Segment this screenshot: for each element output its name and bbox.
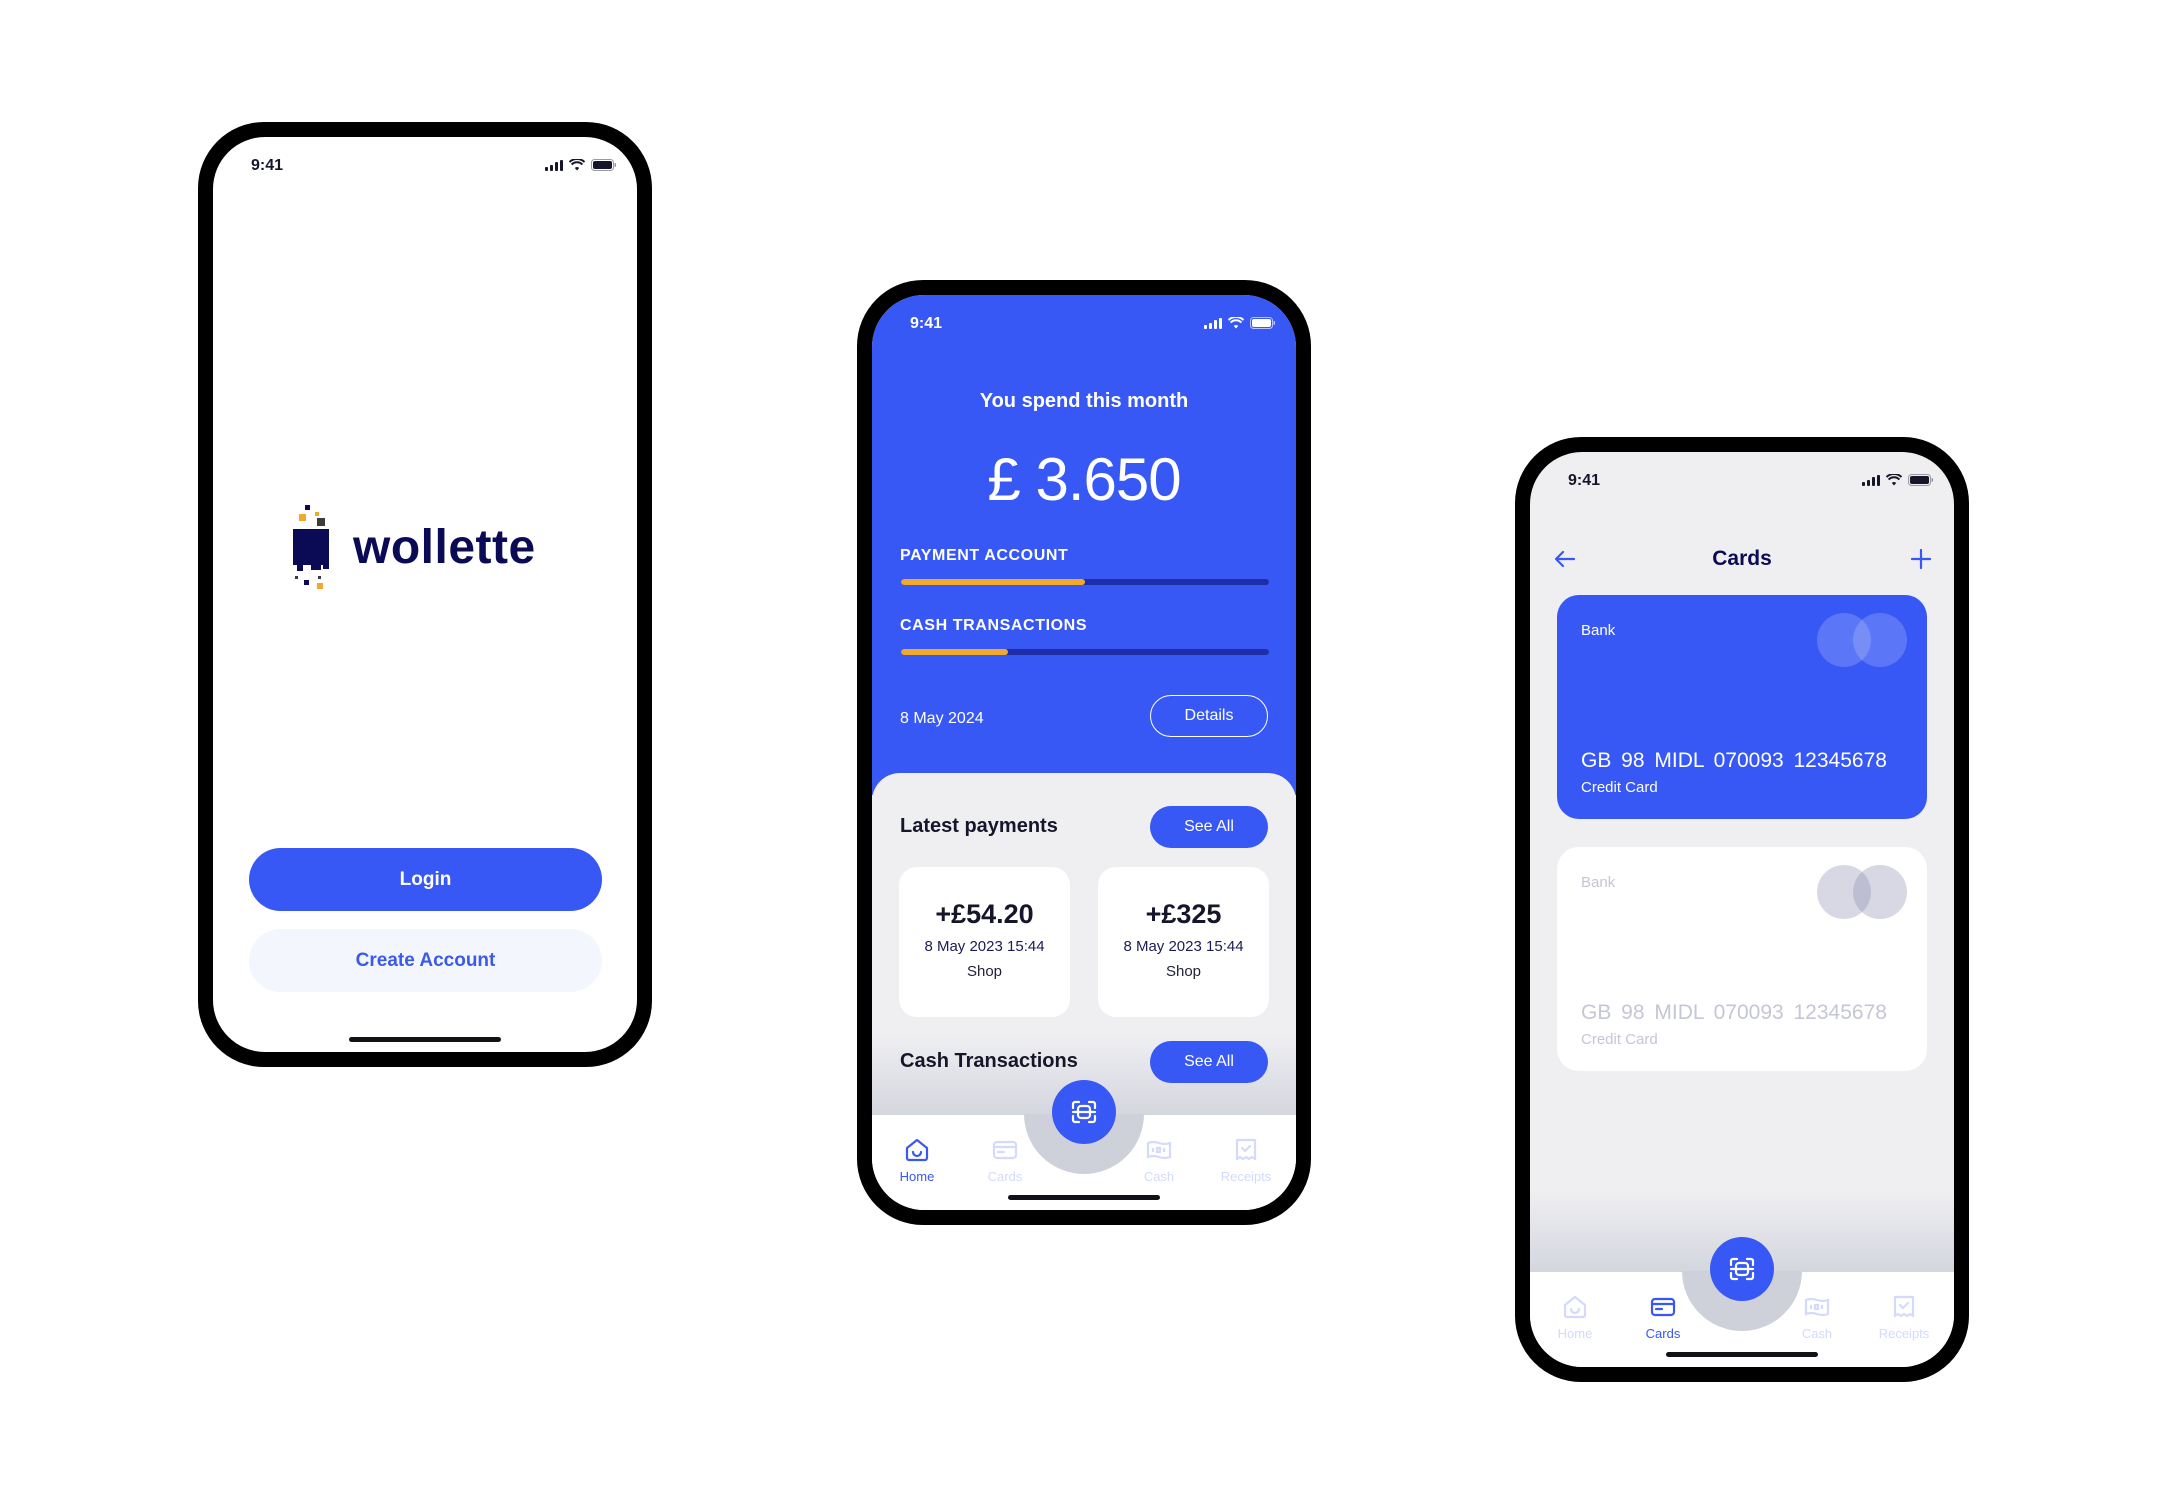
scan-button[interactable] <box>1710 1237 1774 1301</box>
current-date: 8 May 2024 <box>900 710 984 727</box>
payment-amount: +£325 <box>1145 899 1222 929</box>
page-title: Cards <box>1712 547 1772 570</box>
tab-label: Home <box>899 1169 935 1184</box>
status-bar: 9:41 <box>1530 452 1954 508</box>
card-bank-name: Bank <box>1581 622 1616 639</box>
battery-icon <box>591 159 616 171</box>
login-screen: 9:41 wollette Login Create Account <box>213 137 637 1052</box>
tab-label: Cash <box>1801 1326 1833 1341</box>
payment-amount: +£54.20 <box>935 899 1034 929</box>
see-all-cash-button[interactable]: See All <box>1150 1041 1268 1083</box>
payment-account-progress <box>901 579 1269 585</box>
card-type: Credit Card <box>1581 1031 1658 1048</box>
tab-label: Receipts <box>1878 1326 1930 1341</box>
wifi-icon <box>569 159 585 171</box>
signal-icon <box>1862 474 1880 486</box>
status-time: 9:41 <box>910 315 943 332</box>
tab-cash[interactable]: Cash <box>1119 1137 1199 1184</box>
bank-card[interactable]: Bank GB 98 MIDL 070093 12345678 Credit C… <box>1557 847 1927 1071</box>
logo-wordmark: wollette <box>353 520 536 574</box>
details-button[interactable]: Details <box>1150 695 1268 737</box>
see-all-payments-button[interactable]: See All <box>1150 806 1268 848</box>
tab-label: Home <box>1557 1326 1593 1341</box>
create-account-button[interactable]: Create Account <box>249 929 602 992</box>
payment-datetime: 8 May 2023 15:44 <box>924 938 1045 955</box>
payment-card[interactable]: +£325 8 May 2023 15:44 Shop <box>1098 867 1269 1017</box>
wifi-icon <box>1886 474 1902 486</box>
tab-cards[interactable]: Cards <box>1623 1294 1703 1341</box>
login-button[interactable]: Login <box>249 848 602 911</box>
payment-account-progress-fill <box>901 579 1085 585</box>
tab-label: Receipts <box>1220 1169 1272 1184</box>
status-time: 9:41 <box>1568 472 1601 489</box>
status-bar: 9:41 <box>872 295 1296 351</box>
tab-receipts[interactable]: Receipts <box>1206 1137 1286 1184</box>
signal-icon <box>545 159 563 171</box>
tab-label: Cash <box>1143 1169 1175 1184</box>
tab-bar: Home Cards Cash Receipts <box>1530 1237 1954 1367</box>
card-number: GB 98 MIDL 070093 12345678 <box>1581 1001 1887 1024</box>
cards-screen: 9:41 Cards Bank GB 98 MIDL 070093 123456… <box>1530 452 1954 1367</box>
spend-amount: £ 3.650 <box>987 446 1181 513</box>
payment-place: Shop <box>966 963 1003 980</box>
tab-label: Cards <box>1645 1326 1681 1341</box>
status-bar: 9:41 <box>213 137 637 193</box>
scan-icon <box>1071 1100 1097 1124</box>
home-icon <box>1563 1295 1587 1319</box>
payment-datetime: 8 May 2023 15:44 <box>1123 938 1244 955</box>
card-number: GB 98 MIDL 070093 12345678 <box>1581 749 1887 772</box>
payment-account-label: PAYMENT ACCOUNT <box>900 547 1069 564</box>
tab-label: Cards <box>987 1169 1023 1184</box>
status-time: 9:41 <box>251 157 284 174</box>
phone-home-screen: 9:41 You spend this month £ 3.650 PAYMEN… <box>857 280 1311 1225</box>
card-icon <box>1650 1297 1676 1317</box>
tab-bar: Home Cards Cash Receipts <box>872 1080 1296 1210</box>
latest-payments-title: Latest payments <box>900 815 1058 837</box>
receipt-icon <box>1235 1138 1257 1161</box>
home-indicator <box>349 1037 501 1042</box>
card-network-logo-icon <box>1817 613 1907 667</box>
tab-cards[interactable]: Cards <box>965 1137 1045 1184</box>
plus-icon <box>1911 549 1931 569</box>
scan-button[interactable] <box>1052 1080 1116 1144</box>
wifi-icon <box>1228 317 1244 329</box>
card-network-logo-icon <box>1817 865 1907 919</box>
tab-receipts[interactable]: Receipts <box>1864 1294 1944 1341</box>
card-bank-name: Bank <box>1581 874 1616 891</box>
phone-login-screen: 9:41 wollette Login Create Account <box>198 122 652 1067</box>
payment-place: Shop <box>1165 963 1202 980</box>
scan-icon <box>1729 1257 1755 1281</box>
home-icon <box>905 1138 929 1162</box>
receipt-icon <box>1893 1295 1915 1318</box>
tab-home[interactable]: Home <box>877 1137 957 1184</box>
spending-header: 9:41 You spend this month £ 3.650 PAYMEN… <box>872 295 1296 795</box>
cash-icon <box>1804 1297 1830 1317</box>
bank-card[interactable]: Bank GB 98 MIDL 070093 12345678 Credit C… <box>1557 595 1927 819</box>
logo-mark-icon <box>291 505 331 589</box>
tab-cash[interactable]: Cash <box>1777 1294 1857 1341</box>
signal-icon <box>1204 317 1222 329</box>
cash-transactions-title: Cash Transactions <box>900 1050 1078 1072</box>
card-icon <box>992 1140 1018 1160</box>
wollette-logo: wollette <box>291 505 536 589</box>
phone-cards-screen: 9:41 Cards Bank GB 98 MIDL 070093 123456… <box>1515 437 1969 1382</box>
payment-card[interactable]: +£54.20 8 May 2023 15:44 Shop <box>899 867 1070 1017</box>
battery-icon <box>1908 474 1933 486</box>
tab-home[interactable]: Home <box>1535 1294 1615 1341</box>
cash-icon <box>1146 1140 1172 1160</box>
card-type: Credit Card <box>1581 779 1658 796</box>
add-card-button[interactable] <box>1906 544 1936 574</box>
cash-transactions-progress <box>901 649 1269 655</box>
cash-transactions-progress-fill <box>901 649 1008 655</box>
spend-label: You spend this month <box>979 390 1189 412</box>
cash-transactions-label: CASH TRANSACTIONS <box>900 617 1088 634</box>
home-screen: 9:41 You spend this month £ 3.650 PAYMEN… <box>872 295 1296 1210</box>
battery-icon <box>1250 317 1275 329</box>
home-indicator <box>1008 1195 1160 1200</box>
home-indicator <box>1666 1352 1818 1357</box>
